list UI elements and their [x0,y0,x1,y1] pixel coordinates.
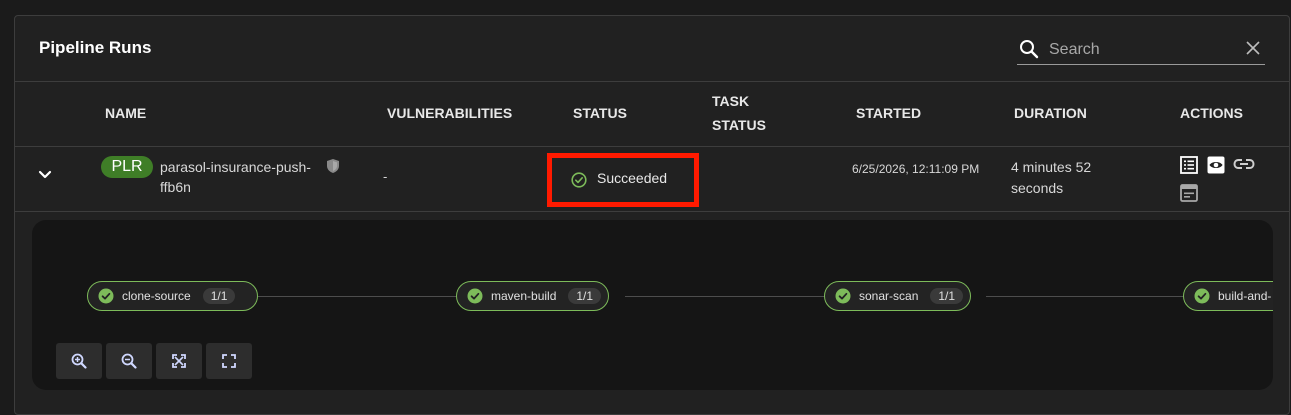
success-check-icon [467,288,483,304]
close-icon[interactable] [1245,40,1261,56]
status-label: Succeeded [597,170,668,186]
task-name: maven-build [491,289,557,303]
graph-edge [625,296,839,297]
task-node-clone-source[interactable]: clone-source 1/1 [87,281,258,311]
view-logs-icon[interactable] [1180,156,1198,174]
page-title: Pipeline Runs [39,38,152,57]
zoom-in-button[interactable] [56,343,102,379]
zoom-out-button[interactable] [106,343,152,379]
search-input[interactable] [1047,38,1241,62]
pipeline-run-name-link[interactable]: parasol-insurance-push-ffb6n [160,157,320,197]
document-icon[interactable] [1180,184,1198,202]
shield-icon [327,159,339,173]
success-check-icon [835,288,851,304]
vulnerabilities-value: - [383,169,388,184]
task-name: clone-source [122,289,191,303]
header-actions: ACTIONS [1180,105,1243,121]
task-name: sonar-scan [859,289,919,303]
task-count-badge: 1/1 [202,288,236,304]
success-check-circle-icon [571,172,587,188]
task-node-sonar-scan[interactable]: sonar-scan 1/1 [824,281,971,311]
header-name[interactable]: NAME [105,101,146,125]
header-started[interactable]: STARTED [856,101,921,125]
chevron-down-icon[interactable] [37,167,53,183]
task-count-badge: 1/1 [930,288,964,304]
zoom-out-icon [121,353,137,369]
header-task-status[interactable]: TASK STATUS [712,89,766,137]
graph-edge [258,296,471,297]
reset-view-icon [222,354,236,368]
header-vulnerabilities[interactable]: VULNERABILITIES [387,101,512,125]
reset-view-button[interactable] [206,343,252,379]
task-name: build-and- [1218,289,1272,303]
table-row[interactable]: PLR parasol-insurance-push-ffb6n - Succe… [15,147,1289,212]
success-check-icon [1194,288,1210,304]
zoom-in-icon [71,353,87,369]
task-node-maven-build[interactable]: maven-build 1/1 [456,281,609,311]
graph-edge [986,296,1198,297]
header-task-status-line1: TASK [712,93,750,109]
success-check-icon [98,288,114,304]
panel-header: Pipeline Runs [15,16,1289,82]
started-value: 6/25/2026, 12:11:09 PM [852,162,980,176]
task-count-badge: 1/1 [568,288,602,304]
fit-to-screen-button[interactable] [156,343,202,379]
header-duration[interactable]: DURATION [1014,101,1087,125]
fit-to-screen-icon [172,354,186,368]
search-box [1017,36,1265,65]
header-task-status-line2: STATUS [712,117,766,133]
pipeline-runs-panel: Pipeline Runs NAME VULNERABILITIES STATU… [14,15,1290,415]
link-icon[interactable] [1233,157,1255,171]
pipeline-graph-canvas[interactable]: clone-source 1/1 maven-build 1/1 sonar-s… [32,220,1273,390]
search-icon [1020,40,1039,59]
plr-badge: PLR [101,156,153,178]
duration-value: 4 minutes 52 seconds [1011,159,1092,196]
view-eye-icon[interactable] [1207,156,1225,174]
task-node-build-and[interactable]: build-and- [1183,281,1273,311]
header-status[interactable]: STATUS [573,101,627,125]
table-header: NAME VULNERABILITIES STATUS TASK STATUS … [15,81,1289,147]
